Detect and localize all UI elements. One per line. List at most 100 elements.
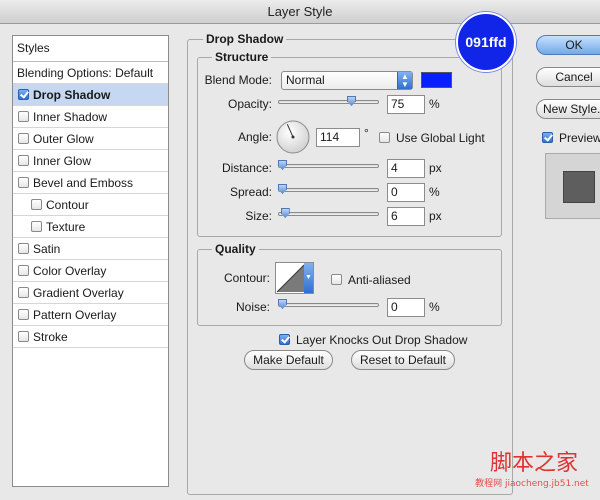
styles-item-label: Gradient Overlay [33,286,124,300]
contour-label: Contour: [223,271,270,285]
styles-item-label: Pattern Overlay [33,308,117,322]
shadow-color-swatch[interactable] [421,72,452,88]
styles-item-blending-options-default[interactable]: Blending Options: Default [13,62,168,84]
preview-swatch-frame [545,153,600,219]
styles-item-label: Blending Options: Default [17,66,154,80]
layer-knocks-out-label: Layer Knocks Out Drop Shadow [296,333,468,347]
noise-unit: % [429,300,440,314]
styles-item-bevel-and-emboss[interactable]: Bevel and Emboss [13,172,168,194]
opacity-slider-track[interactable] [278,100,379,104]
angle-dial[interactable] [275,119,311,155]
angle-unit: ° [364,126,369,140]
window-title: Layer Style [267,4,333,19]
styles-item-checkbox[interactable] [31,221,42,232]
blend-mode-value: Normal [286,73,325,87]
styles-item-drop-shadow[interactable]: Drop Shadow [13,84,168,106]
noise-slider-track[interactable] [278,303,379,307]
styles-item-stroke[interactable]: Stroke [13,326,168,348]
styles-item-label: Inner Glow [33,154,92,168]
styles-item-label: Inner Shadow [33,110,108,124]
use-global-light-box[interactable] [379,132,390,143]
styles-item-checkbox[interactable] [18,155,29,166]
styles-item-checkbox[interactable] [18,177,29,188]
distance-slider-track[interactable] [278,164,379,168]
spread-unit: % [429,185,440,199]
styles-item-inner-glow[interactable]: Inner Glow [13,150,168,172]
structure-title: Structure [212,50,272,64]
styles-item-contour[interactable]: Contour [13,194,168,216]
preview-box[interactable] [542,132,553,143]
angle-field[interactable]: 114 [316,128,360,147]
styles-item-checkbox[interactable] [31,199,42,210]
styles-item-checkbox[interactable] [18,89,29,100]
contour-picker[interactable]: ▼ [275,262,314,294]
styles-item-checkbox[interactable] [18,111,29,122]
new-style-button[interactable]: New Style... [536,99,600,119]
make-default-button[interactable]: Make Default [244,350,333,370]
styles-item-checkbox[interactable] [18,309,29,320]
styles-item-label: Contour [46,198,89,212]
preview-swatch [563,171,595,203]
styles-item-label: Outer Glow [33,132,94,146]
opacity-unit: % [429,97,440,111]
size-field[interactable]: 6 [387,207,425,226]
styles-item-pattern-overlay[interactable]: Pattern Overlay [13,304,168,326]
styles-item-label: Color Overlay [33,264,107,278]
use-global-light-checkbox[interactable]: Use Global Light [379,130,485,146]
styles-item-color-overlay[interactable]: Color Overlay [13,260,168,282]
styles-item-checkbox[interactable] [18,133,29,144]
noise-field[interactable]: 0 [387,298,425,317]
preview-label: Preview [559,131,600,145]
styles-item-checkbox[interactable] [18,331,29,342]
distance-label: Distance: [221,161,272,175]
opacity-label: Opacity: [227,97,272,111]
size-unit: px [429,209,442,223]
spread-label: Spread: [229,185,272,199]
layer-knocks-out-checkbox[interactable]: Layer Knocks Out Drop Shadow [279,332,467,348]
anti-aliased-checkbox[interactable]: Anti-aliased [331,272,411,288]
chevron-updown-icon: ▲ ▼ [397,72,412,89]
styles-item-outer-glow[interactable]: Outer Glow [13,128,168,150]
ok-button[interactable]: OK [536,35,600,55]
styles-item-texture[interactable]: Texture [13,216,168,238]
size-slider-track[interactable] [278,212,379,216]
spread-field[interactable]: 0 [387,183,425,202]
reset-to-default-button[interactable]: Reset to Default [351,350,455,370]
preview-checkbox[interactable]: Preview [542,130,600,146]
styles-item-label: Drop Shadow [33,88,111,102]
styles-item-checkbox[interactable] [18,287,29,298]
chevron-down-icon: ▼ [304,263,313,293]
anti-aliased-label: Anti-aliased [348,273,411,287]
styles-item-inner-shadow[interactable]: Inner Shadow [13,106,168,128]
contour-curve-icon [276,264,305,293]
watermark-subtext: 教程网 jiaocheng.jb51.net [475,479,589,489]
styles-item-label: Stroke [33,330,68,344]
styles-item-checkbox[interactable] [18,243,29,254]
cancel-button[interactable]: Cancel [536,67,600,87]
spread-slider-track[interactable] [278,188,379,192]
styles-list: Styles Blending Options: Default Drop Sha… [12,35,169,487]
styles-item-label: Satin [33,242,61,256]
styles-item-checkbox[interactable] [18,265,29,276]
size-label: Size: [245,209,272,223]
layer-knocks-out-box[interactable] [279,334,290,345]
styles-item-label: Texture [46,220,86,234]
quality-title: Quality [212,242,259,256]
color-hex-callout: 091ffd [456,12,516,72]
styles-header[interactable]: Styles [13,36,168,62]
use-global-light-label: Use Global Light [396,131,485,145]
distance-field[interactable]: 4 [387,159,425,178]
watermark-logo: 脚本之家 [489,451,578,476]
drop-shadow-title: Drop Shadow [203,32,287,46]
styles-item-label: Bevel and Emboss [33,176,134,190]
window-titlebar: Layer Style [0,0,600,24]
anti-aliased-box[interactable] [331,274,342,285]
distance-unit: px [429,161,442,175]
opacity-field[interactable]: 75 [387,95,425,114]
blend-mode-label: Blend Mode: [204,73,272,87]
styles-items: Blending Options: Default Drop Shadow Inne… [13,62,168,348]
blend-mode-select[interactable]: Normal ▲ ▼ [281,71,413,90]
styles-item-satin[interactable]: Satin [13,238,168,260]
noise-label: Noise: [235,300,270,314]
styles-item-gradient-overlay[interactable]: Gradient Overlay [13,282,168,304]
